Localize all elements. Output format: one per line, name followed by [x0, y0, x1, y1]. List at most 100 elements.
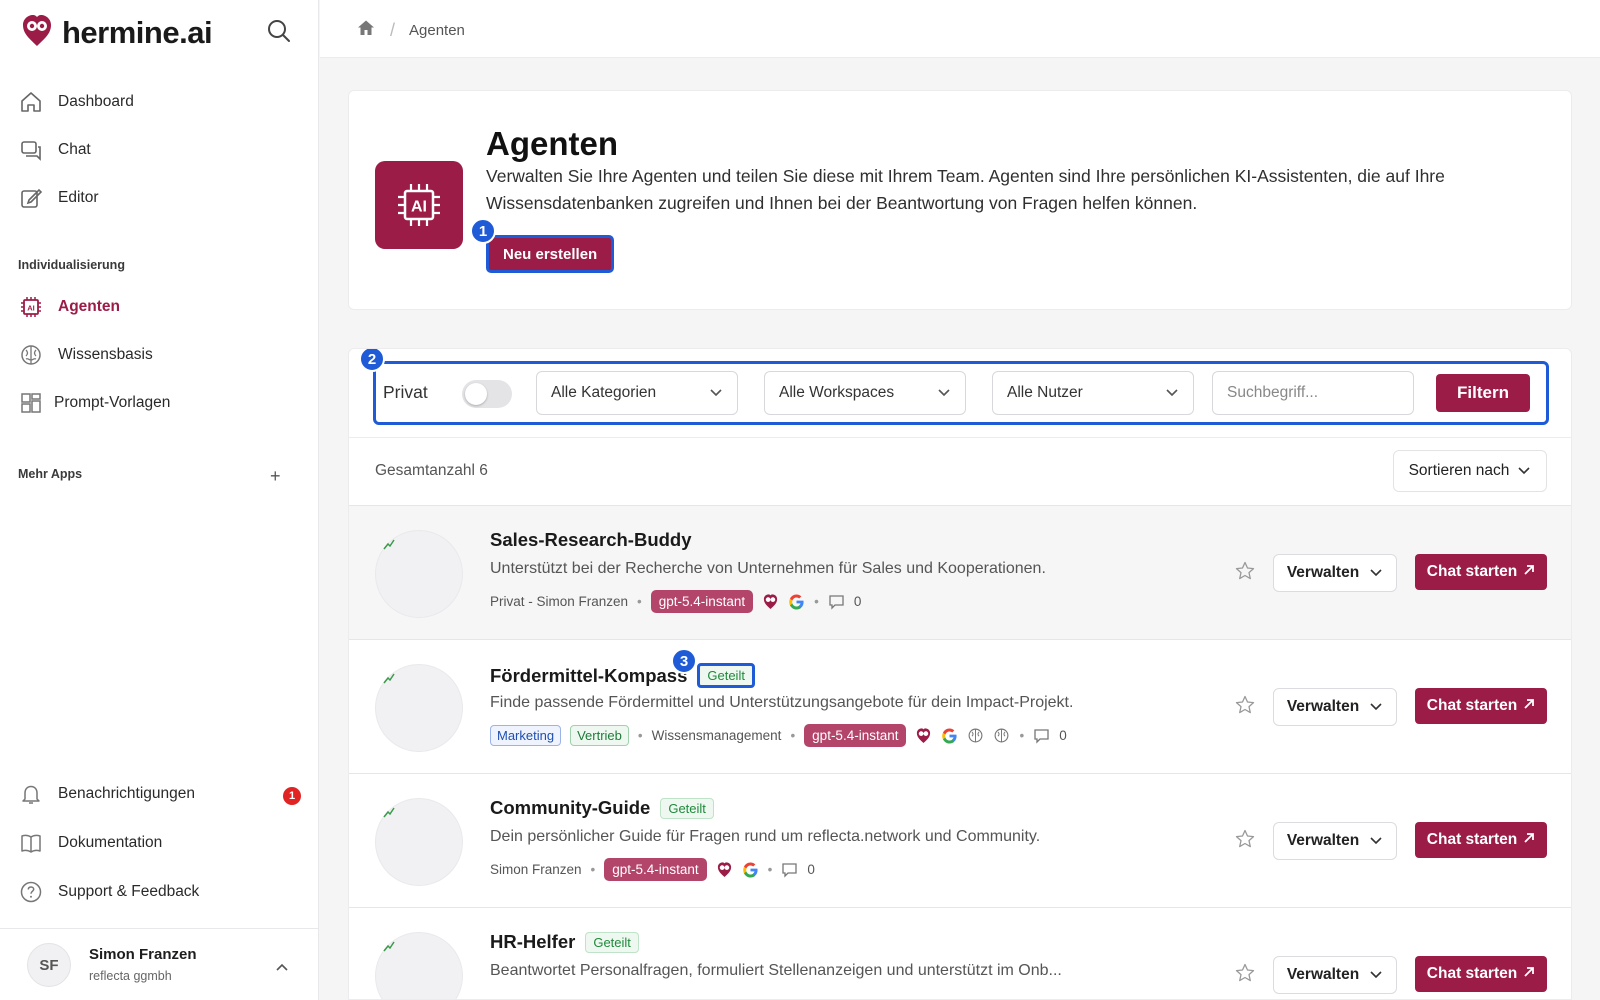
logo[interactable]: hermine.ai: [20, 12, 213, 53]
sidebar-item-label: Dashboard: [58, 93, 134, 110]
sidebar-item-label: Chat: [58, 141, 91, 158]
agent-owner: Privat - Simon Franzen: [490, 593, 629, 609]
search-input[interactable]: [1212, 371, 1414, 415]
workspace-select[interactable]: Alle Workspaces: [764, 371, 966, 415]
model-tag: gpt-5.4-instant: [804, 723, 907, 747]
agent-row[interactable]: HR-Helfer Geteilt Beantwortet Personalfr…: [349, 907, 1571, 999]
agent-row[interactable]: Fördermittel-Kompass Geteilt 3 Finde pas…: [349, 639, 1571, 773]
category-select[interactable]: Alle Kategorien: [536, 371, 738, 415]
agent-meta: Marketing Vertrieb • Wissensmanagement •…: [490, 722, 1067, 748]
sidebar-item-chat[interactable]: Chat: [18, 133, 91, 167]
agent-row[interactable]: Sales-Research-Buddy Unterstützt bei der…: [349, 505, 1571, 639]
edit-icon: [18, 185, 44, 211]
annotation-marker-1: 1: [470, 218, 496, 244]
agent-name[interactable]: HR-Helfer: [490, 931, 575, 953]
chat-start-label: Chat starten: [1426, 563, 1518, 580]
agent-name[interactable]: Sales-Research-Buddy: [490, 529, 692, 551]
chat-start-label: Chat starten: [1426, 697, 1518, 714]
chevron-down-icon: [1165, 384, 1179, 402]
notification-count-badge: 1: [283, 787, 301, 805]
brain-icon: [993, 727, 1010, 744]
manage-button[interactable]: Verwalten: [1273, 956, 1397, 994]
user-menu[interactable]: SF Simon Franzen reflecta ggmbh: [0, 928, 319, 1000]
sidebar-item-support[interactable]: Support & Feedback: [18, 875, 199, 909]
agent-image: [375, 798, 463, 886]
template-icon: [18, 390, 44, 416]
chevron-down-icon: [1517, 462, 1531, 480]
sidebar-item-editor[interactable]: Editor: [18, 181, 99, 215]
sidebar-item-dokumentation[interactable]: Dokumentation: [18, 826, 162, 860]
svg-text:AI: AI: [27, 304, 35, 313]
hermine-icon: [762, 593, 779, 610]
comment-count: 0: [853, 593, 862, 609]
sidebar-item-agenten[interactable]: AI Agenten: [18, 290, 120, 324]
add-app-icon[interactable]: +: [270, 466, 281, 487]
manage-button[interactable]: Verwalten: [1273, 822, 1397, 860]
brain-icon: [967, 727, 984, 744]
filter-button[interactable]: Filtern: [1436, 374, 1530, 412]
user-name: Simon Franzen: [89, 946, 197, 963]
avatar: SF: [27, 943, 71, 987]
section-heading-mehr-apps: Mehr Apps: [18, 467, 83, 481]
search-icon[interactable]: [266, 18, 292, 44]
privat-toggle[interactable]: [462, 380, 512, 408]
agents-list-panel: 2 Privat Alle Kategorien Alle Workspaces…: [348, 348, 1572, 1000]
agent-meta: Privat - Simon Franzen • gpt-5.4-instant…: [490, 588, 861, 614]
broken-image-icon: [383, 941, 395, 952]
hermine-icon: [716, 861, 733, 878]
sidebar-item-wissensbasis[interactable]: Wissensbasis: [18, 338, 153, 372]
chat-start-button[interactable]: Chat starten: [1415, 554, 1547, 590]
chat-icon: [18, 137, 44, 163]
sidebar-item-benachrichtigungen[interactable]: Benachrichtigungen: [18, 777, 195, 811]
new-agent-button[interactable]: Neu erstellen: [486, 235, 615, 273]
chat-start-button[interactable]: Chat starten: [1415, 956, 1547, 992]
sidebar-item-label: Prompt-Vorlagen: [54, 394, 171, 411]
agent-name[interactable]: Fördermittel-Kompass: [490, 665, 687, 687]
agent-owner: Simon Franzen: [490, 861, 582, 877]
agent-name[interactable]: Community-Guide: [490, 797, 650, 819]
manage-button[interactable]: Verwalten: [1273, 688, 1397, 726]
external-arrow-icon: [1523, 697, 1535, 715]
external-arrow-icon: [1523, 965, 1535, 983]
privat-label: Privat: [383, 382, 428, 402]
chevron-down-icon: [1369, 832, 1383, 850]
chat-start-label: Chat starten: [1426, 831, 1518, 848]
workspace-select-value: Alle Workspaces: [779, 384, 895, 401]
top-bar: / Agenten: [320, 0, 1600, 58]
help-icon: [18, 879, 44, 905]
shared-badge: Geteilt: [585, 931, 639, 953]
star-icon[interactable]: [1234, 694, 1256, 716]
agent-image: [375, 932, 463, 999]
manage-label: Verwalten: [1286, 832, 1360, 849]
sidebar-item-label: Agenten: [58, 298, 120, 315]
manage-button[interactable]: Verwalten: [1273, 554, 1397, 592]
chat-start-button[interactable]: Chat starten: [1415, 822, 1547, 858]
manage-label: Verwalten: [1286, 698, 1360, 715]
sidebar-item-label: Dokumentation: [58, 834, 163, 851]
sidebar-item-label: Wissensbasis: [58, 346, 153, 363]
total-count: Gesamtanzahl 6: [375, 462, 488, 479]
model-tag: gpt-5.4-instant: [650, 589, 754, 613]
agent-meta: Simon Franzen • gpt-5.4-instant • 0: [490, 856, 815, 882]
sort-label: Sortieren nach: [1408, 462, 1510, 479]
chevron-down-icon: [1369, 966, 1383, 984]
star-icon[interactable]: [1234, 560, 1256, 582]
chevron-up-icon[interactable]: [275, 959, 289, 977]
sidebar: hermine.ai Dashboard Chat Editor Individ…: [0, 0, 319, 1000]
agent-row[interactable]: Community-Guide Geteilt Dein persönliche…: [349, 773, 1571, 907]
comment-icon: [828, 593, 845, 610]
sidebar-item-dashboard[interactable]: Dashboard: [18, 85, 134, 119]
chevron-down-icon: [937, 384, 951, 402]
comment-icon: [1033, 727, 1050, 744]
sidebar-item-prompt-vorlagen[interactable]: Prompt-Vorlagen: [18, 386, 170, 420]
star-icon[interactable]: [1234, 962, 1256, 984]
home-icon[interactable]: [356, 18, 376, 42]
chat-start-button[interactable]: Chat starten: [1415, 688, 1547, 724]
user-select[interactable]: Alle Nutzer: [992, 371, 1194, 415]
manage-label: Verwalten: [1286, 966, 1360, 983]
sort-dropdown[interactable]: Sortieren nach: [1393, 450, 1547, 492]
model-tag: gpt-5.4-instant: [604, 857, 707, 881]
broken-image-icon: [383, 539, 395, 550]
star-icon[interactable]: [1234, 828, 1256, 850]
sidebar-item-label: Benachrichtigungen: [58, 785, 196, 802]
